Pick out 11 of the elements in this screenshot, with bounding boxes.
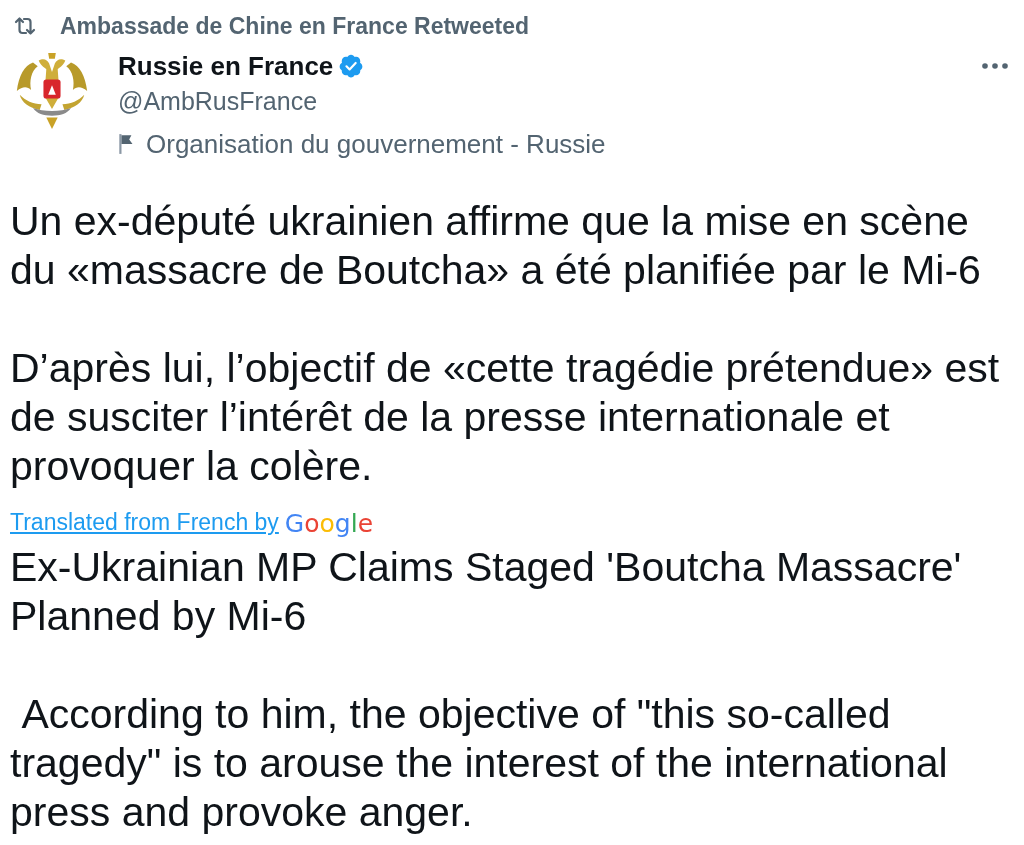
retweet-icon: [12, 14, 38, 38]
retweet-banner-text: Ambassade de Chine en France Retweeted: [60, 14, 530, 38]
translated-paragraph: Ex-Ukrainian MP Claims Staged 'Boutcha Massacre' Planned by Mi-6: [10, 543, 963, 641]
author-name[interactable]: Russie en France: [118, 50, 334, 82]
author-handle[interactable]: @AmbRusFrance: [118, 85, 318, 117]
translated-paragraph: According to him, the objective of "this so-called tragedy" is to arouse the interest of the international press and provoke anger.: [10, 690, 949, 837]
tweet-paragraph: Un ex-député ukrainien affirme que la mise en scène du «massacre de Boutcha» a été planifiée par le Mi-6: [10, 197, 982, 295]
more-options-icon[interactable]: [982, 63, 1008, 69]
account-label: Organisation du gouvernement - Russie: [146, 128, 606, 160]
tweet-paragraph: D’après lui, l’objectif de «cette tragédie prétendue» est de susciter l’intérêt de la presse internationale et provoquer la colère.: [10, 344, 1001, 491]
google-logo: Google: [284, 511, 374, 536]
